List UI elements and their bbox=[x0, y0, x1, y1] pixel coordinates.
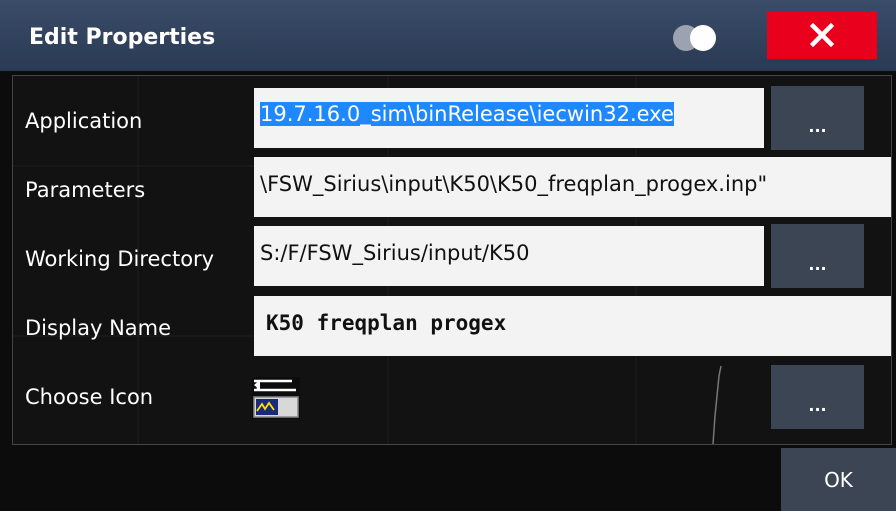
working-directory-input[interactable]: S:/F/FSW_Sirius/input/K50 bbox=[254, 226, 764, 286]
application-input[interactable]: 19.7.16.0_sim\binRelease\iecwin32.exe bbox=[254, 88, 764, 148]
toggle-circles-icon[interactable] bbox=[670, 24, 720, 52]
ok-button[interactable]: OK bbox=[781, 448, 896, 511]
working-directory-browse-button[interactable]: ... bbox=[771, 224, 864, 288]
dialog-title: Edit Properties bbox=[29, 25, 216, 50]
application-browse-button[interactable]: ... bbox=[771, 86, 864, 150]
choose-icon-label: Choose Icon bbox=[25, 385, 154, 409]
close-button[interactable] bbox=[767, 11, 877, 59]
close-x-icon bbox=[810, 23, 834, 47]
display-name-input[interactable]: K50 freqplan progex bbox=[254, 296, 891, 356]
application-trace-icon[interactable] bbox=[252, 377, 300, 419]
parameters-label: Parameters bbox=[25, 178, 146, 202]
title-bar: Edit Properties bbox=[0, 0, 896, 71]
parameters-input[interactable]: \FSW_Sirius\input\K50\K50_freqplan_proge… bbox=[254, 157, 891, 217]
working-directory-label: Working Directory bbox=[25, 247, 215, 271]
application-label: Application bbox=[25, 109, 143, 133]
choose-icon-browse-button[interactable]: ... bbox=[771, 365, 864, 429]
display-name-label: Display Name bbox=[25, 316, 172, 340]
edit-properties-dialog: Edit Properties Application 19.7.16.0_si… bbox=[0, 0, 896, 511]
